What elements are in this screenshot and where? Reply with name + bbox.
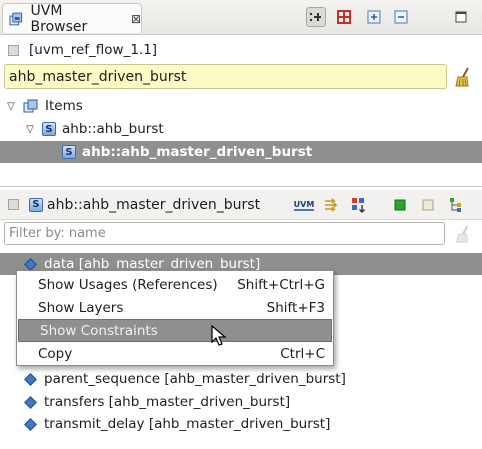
sequence-icon: S [29, 197, 43, 212]
filter-arrows-icon [325, 198, 338, 212]
menu-item-label: Show Constraints [40, 322, 158, 339]
menu-item-label: Show Usages (References) [38, 276, 218, 293]
tree-item-label: ahb::ahb_master_driven_burst [82, 144, 313, 160]
collapse-all-icon [394, 10, 408, 24]
clear-search-icon[interactable] [453, 66, 473, 88]
show-inherited-button[interactable] [447, 196, 465, 214]
view-title: UVM Browser [30, 2, 88, 35]
maximize-icon [455, 11, 467, 23]
list-item[interactable]: parent_sequence [ahb_master_driven_burst… [0, 368, 482, 390]
tree-item-ahb-master-driven-burst[interactable]: S ahb::ahb_master_driven_burst [0, 141, 482, 163]
mouse-cursor-icon [211, 325, 227, 346]
filter-field[interactable]: Filter by: name [4, 222, 445, 245]
list-item[interactable]: transfers [ahb_master_driven_burst] [0, 391, 482, 413]
uvm-browser-tab[interactable]: UVM Browser ⊠ [2, 2, 142, 35]
sequence-icon: S [62, 145, 76, 159]
detail-title: ahb::ahb_master_driven_burst [47, 196, 261, 213]
uvm-icon: UVM [293, 199, 315, 211]
menu-item-shortcut: Shift+Ctrl+G [237, 276, 325, 293]
detail-header: S ahb::ahb_master_driven_burst [0, 190, 482, 220]
field-icon [24, 372, 37, 386]
field-icon [24, 395, 37, 409]
list-item[interactable]: transmit_delay [ahb_master_driven_burst] [0, 413, 482, 435]
maximize-button[interactable] [451, 7, 471, 27]
search-value: ahb_master_driven_burst [9, 68, 187, 85]
menu-item-show-constraints[interactable]: Show Constraints [18, 319, 332, 342]
menu-item-show-layers[interactable]: Show Layers Shift+F3 [17, 296, 333, 319]
hierarchy-tree-icon [450, 198, 461, 212]
tree-item-ahb-burst[interactable]: ▽ S ahb::ahb_burst [0, 118, 482, 140]
menu-item-shortcut: Ctrl+C [280, 345, 325, 362]
filter-placeholder: Filter by: name [9, 226, 106, 241]
sequence-icon: S [42, 122, 56, 136]
clear-filter-icon[interactable] [453, 224, 473, 244]
tree-item-items[interactable]: ▽ Items [0, 95, 482, 117]
expanded-twisty-icon[interactable]: ▽ [24, 123, 36, 135]
list-item-label: parent_sequence [ahb_master_driven_burst… [44, 371, 346, 387]
items-icon [23, 99, 38, 113]
project-checkbox-icon[interactable] [8, 44, 19, 56]
project-label: [uvm_ref_flow_1.1] [29, 42, 158, 58]
list-item-label: transfers [ahb_master_driven_burst] [44, 394, 291, 410]
hierarchy-red-icon [337, 10, 351, 24]
search-input[interactable]: ahb_master_driven_burst [4, 64, 447, 89]
menu-item-label: Show Layers [38, 299, 124, 316]
expand-all-icon [367, 10, 381, 24]
menu-item-show-usages[interactable]: Show Usages (References) Shift+Ctrl+G [17, 273, 333, 296]
list-item-label: transmit_delay [ahb_master_driven_burst] [44, 416, 331, 432]
detail-checkbox-icon[interactable] [8, 199, 19, 210]
show-hierarchy-button[interactable] [334, 7, 354, 27]
expanded-twisty-icon[interactable]: ▽ [5, 100, 17, 112]
link-with-editor-icon [309, 12, 321, 22]
menu-item-shortcut: Shift+F3 [266, 299, 325, 316]
field-icon [24, 257, 37, 271]
tree-item-label: Items [45, 98, 83, 114]
uvm-button[interactable]: UVM [293, 196, 315, 214]
collapse-all-button[interactable] [391, 7, 411, 27]
show-methods-button[interactable] [419, 196, 437, 214]
uvm-browser-icon [9, 12, 23, 25]
context-menu: Show Usages (References) Shift+Ctrl+G Sh… [16, 270, 334, 366]
breadcrumb: [uvm_ref_flow_1.1] [0, 37, 482, 63]
expand-all-button[interactable] [364, 7, 384, 27]
view-tab-bar: UVM Browser ⊠ [0, 0, 482, 35]
show-fields-button[interactable] [391, 196, 409, 214]
link-with-editor-button[interactable] [306, 7, 326, 27]
sash-divider[interactable] [0, 186, 482, 187]
filter-arrows-button[interactable] [323, 196, 341, 214]
menu-item-label: Copy [38, 345, 73, 362]
close-icon[interactable]: ⊠ [131, 12, 141, 26]
green-square-icon [394, 199, 406, 211]
field-icon [24, 417, 37, 431]
sort-icon [352, 198, 365, 213]
sort-button[interactable] [350, 196, 368, 214]
empty-square-icon [422, 199, 434, 211]
tree-item-label: ahb::ahb_burst [62, 121, 164, 137]
menu-item-copy[interactable]: Copy Ctrl+C [17, 342, 333, 365]
